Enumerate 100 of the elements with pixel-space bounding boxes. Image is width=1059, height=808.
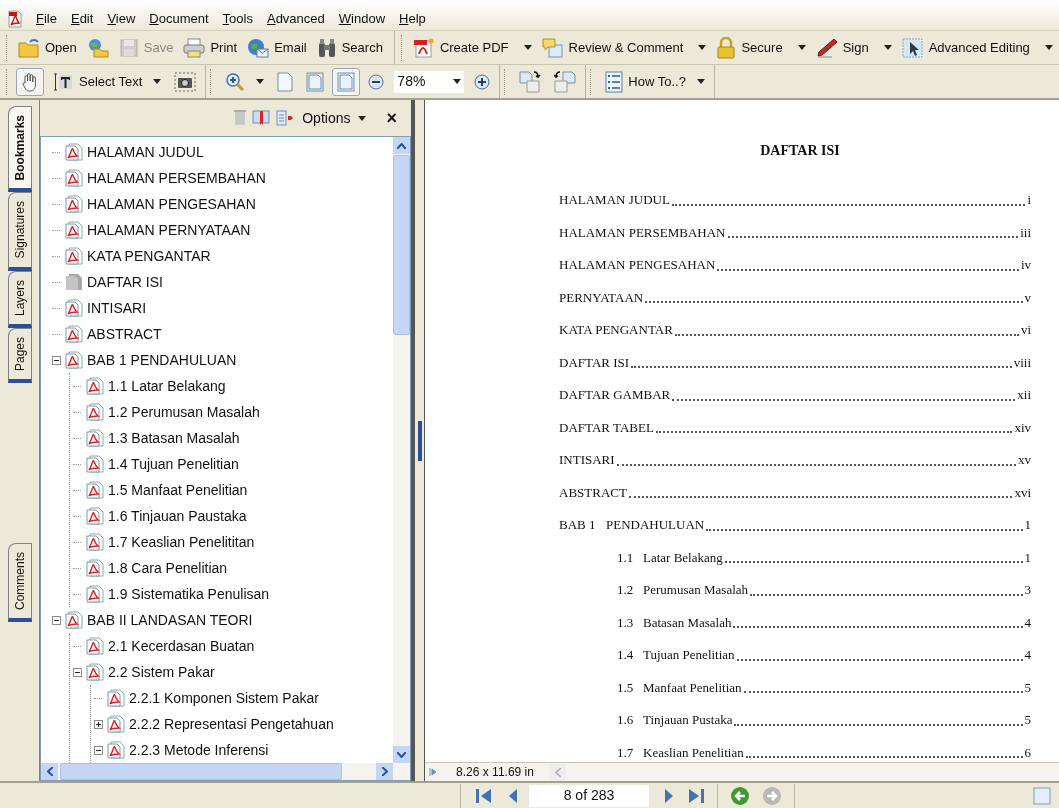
toolbar-button[interactable]: Select Text xyxy=(47,67,167,96)
scroll-left-icon[interactable] xyxy=(46,767,53,776)
toolbar-button[interactable]: Search xyxy=(311,33,388,62)
toc-title: HALAMAN PENGESAHAN xyxy=(559,256,716,274)
panel-tab[interactable]: Pages xyxy=(8,327,32,383)
split-icon[interactable] xyxy=(427,766,439,778)
last-page-icon[interactable] xyxy=(687,786,705,805)
toc-title: DAFTAR GAMBAR xyxy=(559,386,671,404)
menu-item[interactable]: Window xyxy=(338,8,386,28)
toc-number: 1.4 xyxy=(617,646,635,664)
toc-title: INTISARI xyxy=(559,451,615,469)
bookmark-item[interactable]: 1.5 Manfaat Penelitian xyxy=(108,479,248,501)
bookmark-item[interactable]: 1.3 Batasan Masalah xyxy=(108,427,240,449)
panel-tab[interactable]: Layers xyxy=(8,270,32,328)
panel-tab[interactable]: Comments xyxy=(8,542,32,622)
toc-page-number: 1 xyxy=(1024,516,1031,534)
toolbar-button[interactable]: Print xyxy=(178,33,243,62)
scroll-up-icon[interactable] xyxy=(397,142,406,149)
panel-tab[interactable]: Signatures xyxy=(8,192,32,271)
pdf-page-icon xyxy=(65,299,83,317)
scroll-right-icon[interactable] xyxy=(381,767,388,776)
caret-icon xyxy=(256,79,265,84)
bookmark-item[interactable]: HALAMAN PERSEMBAHAN xyxy=(87,167,266,189)
bookmark-add-icon[interactable] xyxy=(276,110,295,126)
menu-item[interactable]: Tools xyxy=(222,8,253,28)
close-button[interactable]: × xyxy=(386,109,397,127)
panel-tab[interactable]: Bookmarks xyxy=(8,106,32,193)
toc-page-number: 1 xyxy=(1024,548,1031,567)
bookmark-item[interactable]: BAB 1 PENDAHULUAN xyxy=(87,349,237,371)
vertical-scrollbar[interactable] xyxy=(393,137,410,763)
bookmark-item[interactable]: 1.1 Latar Belakang xyxy=(108,375,226,397)
caret-icon xyxy=(1044,45,1053,50)
options-menu[interactable]: Options xyxy=(302,107,367,129)
menu-item[interactable]: Advanced xyxy=(266,8,325,28)
collapse-icon[interactable] xyxy=(93,745,103,755)
bookmark-item[interactable]: 1.9 Sistematika Penulisan xyxy=(108,583,270,605)
caret-icon xyxy=(358,115,367,121)
toolbar-button[interactable]: Email xyxy=(242,33,312,62)
toolbar-button[interactable] xyxy=(16,67,44,96)
bookmark-item[interactable]: 1.8 Cara Penelitian xyxy=(108,557,228,579)
bookmark-item[interactable]: 1.6 Tinjauan Paustaka xyxy=(108,505,247,527)
collapse-icon[interactable] xyxy=(72,667,82,677)
back-icon[interactable] xyxy=(730,785,750,806)
menu-item[interactable]: Document xyxy=(149,8,209,28)
first-page-icon[interactable] xyxy=(475,786,493,805)
toolbar-button[interactable]: Open xyxy=(13,33,82,62)
bookmark-item[interactable]: 2.2 Sistem Pakar xyxy=(108,661,215,683)
expand-icon[interactable] xyxy=(93,719,103,729)
toolbar-button[interactable]: Sign xyxy=(810,33,897,62)
horizontal-scrollbar[interactable] xyxy=(41,763,410,780)
next-page-icon[interactable] xyxy=(663,786,675,805)
bookmark-item[interactable]: 1.7 Keaslian Penelititan xyxy=(108,531,255,553)
toolbar-button[interactable]: Review & Comment xyxy=(536,33,712,62)
page-size-label: 8.26 x 11.69 in xyxy=(455,764,535,781)
bookmark-item[interactable]: HALAMAN JUDUL xyxy=(87,141,204,163)
zoom-out-icon xyxy=(368,73,385,90)
toc-page-number: iii xyxy=(1020,223,1031,242)
bookmark-item[interactable]: HALAMAN PERNYATAAN xyxy=(87,219,251,241)
toc-title: DAFTAR TABEL xyxy=(559,418,654,437)
toolbar-button[interactable]: Create PDF xyxy=(407,33,537,62)
zoom-field[interactable]: 78% xyxy=(394,70,465,93)
toolbar-button[interactable]: How To..? xyxy=(600,67,710,96)
toc-title: HALAMAN JUDUL xyxy=(559,191,670,209)
menu-item[interactable]: File xyxy=(36,8,57,28)
app-logo-icon[interactable] xyxy=(8,10,22,28)
bookmark-item[interactable]: INTISARI xyxy=(87,297,147,319)
caret-icon xyxy=(883,45,892,50)
toolbar-button[interactable]: Advanced Editing xyxy=(896,33,1058,62)
bookmark-item[interactable]: 1.4 Tujuan Penelitian xyxy=(108,453,239,475)
toc-title: Keaslian Penelitian xyxy=(643,743,744,762)
zoom-in-icon xyxy=(474,73,491,90)
menu-item[interactable]: Edit xyxy=(70,8,94,28)
bookmark-item[interactable]: 2.2.3 Metode Inferensi xyxy=(129,739,269,761)
bookmark-item[interactable]: BAB II LANDASAN TEORI xyxy=(87,609,253,631)
camera-icon xyxy=(174,71,197,92)
bookmark-item[interactable]: KATA PENGANTAR xyxy=(87,245,211,267)
previous-page-icon[interactable] xyxy=(507,786,519,805)
toc-page-number: viii xyxy=(1013,353,1031,372)
bookmark-item[interactable]: 2.2.1 Komponen Sistem Pakar xyxy=(129,687,319,709)
bookmark-item[interactable]: 2.2.2 Representasi Pengetahuan xyxy=(129,713,334,735)
bookmark-item[interactable]: HALAMAN PENGESAHAN xyxy=(87,193,256,215)
bookmark-item[interactable]: 2.1 Kecerdasan Buatan xyxy=(108,635,255,657)
caret-icon xyxy=(696,79,705,84)
bookmark-item[interactable]: ABSTRACT xyxy=(87,323,162,345)
speech-bubble-icon xyxy=(541,37,564,58)
toc-page-number: 4 xyxy=(1024,646,1031,664)
menu-item[interactable]: Help xyxy=(399,8,426,28)
scroll-down-icon[interactable] xyxy=(397,751,406,758)
pdf-document-icon xyxy=(412,37,435,58)
toc-title: Tinjauan Pustaka xyxy=(643,711,733,729)
folder-icon xyxy=(18,37,40,58)
toc-title: Batasan Masalah xyxy=(643,613,732,632)
menu-item[interactable]: View xyxy=(107,8,136,28)
bookmark-item[interactable]: DAFTAR ISI xyxy=(87,271,163,293)
page-number-field[interactable]: 8 of 283 xyxy=(529,784,649,807)
bookmark-item[interactable]: 1.2 Perumusan Masalah xyxy=(108,401,260,423)
collapse-icon[interactable] xyxy=(51,615,61,625)
book-icon[interactable] xyxy=(252,110,271,126)
collapse-icon[interactable] xyxy=(51,355,61,365)
toolbar-button[interactable]: Secure xyxy=(711,33,811,62)
